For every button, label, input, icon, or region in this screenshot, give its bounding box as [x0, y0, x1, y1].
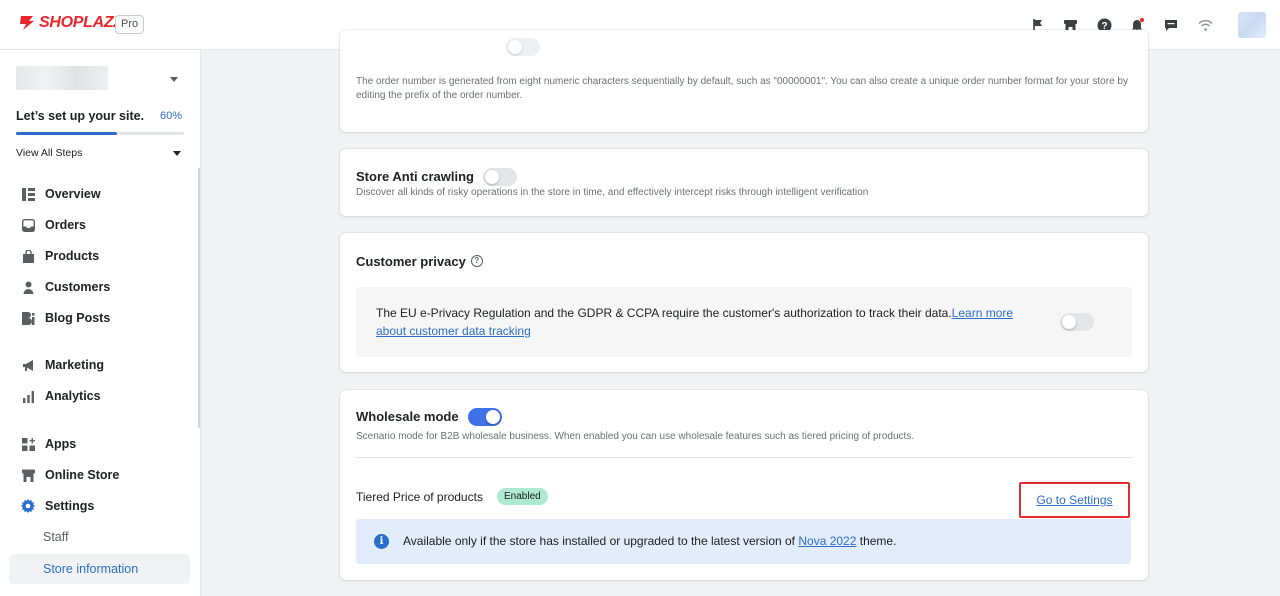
wholesale-toggle[interactable]	[468, 408, 502, 426]
info-icon: i	[374, 534, 389, 549]
setup-progress-fill	[16, 132, 117, 135]
sidebar-item-label: Customers	[45, 280, 111, 294]
wholesale-mode-card: Wholesale mode Scenario mode for B2B who…	[340, 390, 1148, 580]
analytics-icon	[21, 389, 35, 403]
avatar[interactable]	[1238, 12, 1266, 38]
anti-crawling-title: Store Anti crawling	[356, 169, 474, 184]
privacy-description: The EU e-Privacy Regulation and the GDPR…	[376, 306, 952, 320]
sidebar-item-products[interactable]: Products	[9, 241, 190, 271]
divider	[356, 457, 1132, 458]
order-number-card: The order number is generated from eight…	[340, 30, 1148, 132]
sidebar-item-label: Orders	[45, 218, 86, 232]
wholesale-title: Wholesale mode	[356, 409, 459, 424]
wholesale-description: Scenario mode for B2B wholesale business…	[356, 431, 915, 442]
sidebar-item-staff[interactable]: Staff	[9, 522, 190, 552]
info-text: Available only if the store has installe…	[403, 534, 896, 548]
sidebar-item-settings[interactable]: Settings	[9, 491, 190, 521]
anti-crawling-card: Store Anti crawling Discover all kinds o…	[340, 149, 1148, 216]
sidebar: Let’s set up your site. 60% View All Ste…	[0, 50, 201, 596]
sidebar-item-store-information[interactable]: Store information	[9, 554, 190, 584]
sidebar-item-label: Online Store	[45, 468, 120, 482]
info-prefix: Available only if the store has installe…	[403, 534, 799, 548]
customer-privacy-header: Customer privacy?	[356, 253, 483, 271]
anti-crawling-toggle[interactable]	[483, 168, 517, 186]
privacy-text: The EU e-Privacy Regulation and the GDPR…	[376, 304, 1016, 340]
info-banner: i Available only if the store has instal…	[356, 519, 1131, 564]
products-icon	[21, 249, 35, 263]
store-name-switcher[interactable]	[16, 66, 108, 90]
sidebar-item-label: Products	[45, 249, 100, 263]
sidebar-item-label: Staff	[43, 530, 69, 544]
setup-title: Let’s set up your site.	[16, 109, 145, 123]
orders-icon	[21, 218, 35, 232]
view-all-steps[interactable]: View All Steps	[16, 147, 82, 159]
sidebar-item-marketing[interactable]: Marketing	[9, 350, 190, 380]
sidebar-item-apps[interactable]: Apps	[9, 429, 190, 459]
chevron-down-icon[interactable]	[173, 151, 181, 156]
overview-icon	[21, 187, 35, 201]
sidebar-item-label: Store information	[43, 562, 139, 576]
anti-crawling-description: Discover all kinds of risky operations i…	[356, 187, 869, 198]
apps-icon	[21, 437, 35, 451]
nova-theme-link[interactable]: Nova 2022	[798, 534, 856, 548]
blog-icon	[21, 311, 35, 325]
order-number-description: The order number is generated from eight…	[356, 76, 1128, 101]
customers-icon	[21, 280, 35, 294]
sidebar-scrollbar[interactable]	[198, 168, 200, 428]
sidebar-item-label: Overview	[45, 187, 101, 201]
sidebar-item-label: Blog Posts	[45, 311, 111, 325]
sidebar-item-label: Apps	[45, 437, 77, 451]
chevron-down-icon[interactable]	[170, 77, 178, 82]
online-store-icon	[21, 468, 35, 482]
shoplazza-logo-icon	[20, 16, 34, 30]
sidebar-item-overview[interactable]: Overview	[9, 179, 190, 209]
customer-privacy-toggle[interactable]	[1060, 313, 1094, 331]
wifi-icon[interactable]	[1195, 15, 1215, 35]
sidebar-item-label: Settings	[45, 499, 95, 513]
sidebar-item-online-store[interactable]: Online Store	[9, 460, 190, 490]
setup-progress-bar	[16, 132, 184, 135]
order-number-toggle[interactable]	[506, 38, 540, 56]
settings-icon	[21, 499, 35, 513]
sidebar-item-label: Analytics	[45, 389, 101, 403]
status-badge: Enabled	[497, 488, 548, 505]
marketing-icon	[21, 358, 35, 372]
tiered-price-label: Tiered Price of products	[356, 490, 483, 504]
chat-icon[interactable]	[1161, 15, 1181, 35]
info-suffix: theme.	[856, 534, 897, 548]
sidebar-item-label: Marketing	[45, 358, 105, 372]
sidebar-item-orders[interactable]: Orders	[9, 210, 190, 240]
customer-privacy-card: Customer privacy? The EU e-Privacy Regul…	[340, 233, 1148, 372]
sidebar-item-customers[interactable]: Customers	[9, 272, 190, 302]
go-to-settings-link[interactable]: Go to Settings	[1019, 482, 1130, 518]
help-icon[interactable]: ?	[470, 254, 483, 267]
customer-privacy-title: Customer privacy	[356, 254, 466, 269]
setup-percent: 60%	[160, 110, 183, 122]
sidebar-item-analytics[interactable]: Analytics	[9, 381, 190, 411]
sidebar-item-blog-posts[interactable]: Blog Posts	[9, 303, 190, 333]
privacy-setting-row: The EU e-Privacy Regulation and the GDPR…	[356, 287, 1132, 357]
plan-badge: Pro	[115, 15, 145, 34]
